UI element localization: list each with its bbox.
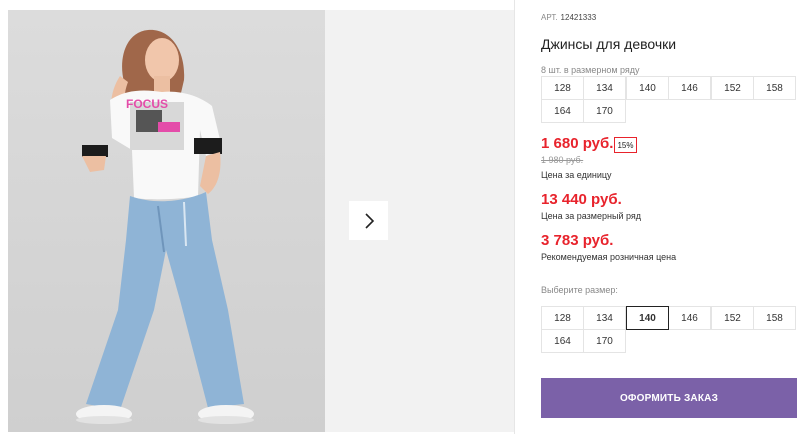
svg-text:FOCUS: FOCUS (126, 97, 168, 111)
unit-price-label: Цена за единицу (541, 170, 612, 180)
product-photo-main[interactable]: FOCUS (8, 10, 325, 432)
article-line: АРТ. 12421333 (541, 13, 596, 22)
size-row-item: 134 (583, 76, 626, 100)
product-title: Джинсы для девочки (541, 36, 677, 52)
old-price: 1 980 руб. (541, 155, 584, 165)
chevron-right-icon (364, 212, 374, 229)
size-option-134[interactable]: 134 (583, 306, 626, 330)
unit-price: 1 680 руб. (541, 135, 614, 152)
size-option-170[interactable]: 170 (583, 329, 626, 353)
article-number: 12421333 (560, 13, 597, 22)
size-row-item: 170 (583, 99, 626, 123)
size-option-164[interactable]: 164 (541, 329, 584, 353)
size-row-price: 13 440 руб. (541, 191, 622, 208)
size-row-item: 146 (668, 76, 711, 100)
panel-divider (514, 0, 515, 434)
gallery-next-button[interactable] (349, 201, 388, 240)
place-order-button[interactable]: ОФОРМИТЬ ЗАКАЗ (541, 378, 797, 418)
size-row-price-label: Цена за размерный ряд (541, 211, 642, 221)
size-option-152[interactable]: 152 (711, 306, 754, 330)
size-row-item: 140 (626, 76, 669, 100)
size-row-item: 164 (541, 99, 584, 123)
size-row-item: 128 (541, 76, 584, 100)
discount-badge: 15% (614, 137, 637, 153)
product-info-panel: АРТ. 12421333 Джинсы для девочки 8 шт. в … (541, 0, 800, 434)
size-option-140-selected[interactable]: 140 (626, 306, 669, 330)
size-option-158[interactable]: 158 (753, 306, 796, 330)
size-row-hint: 8 шт. в размерном ряду (541, 65, 640, 75)
recommended-retail-price-label: Рекомендуемая розничная цена (541, 252, 677, 262)
article-label: АРТ. (541, 13, 558, 22)
size-row-item: 152 (711, 76, 754, 100)
girl-in-jeans-image: FOCUS (76, 29, 254, 424)
size-select-hint: Выберите размер: (541, 285, 618, 295)
recommended-retail-price: 3 783 руб. (541, 232, 614, 249)
product-gallery: FOCUS (0, 0, 514, 434)
size-option-128[interactable]: 128 (541, 306, 584, 330)
size-option-146[interactable]: 146 (668, 306, 711, 330)
size-row-item: 158 (753, 76, 796, 100)
